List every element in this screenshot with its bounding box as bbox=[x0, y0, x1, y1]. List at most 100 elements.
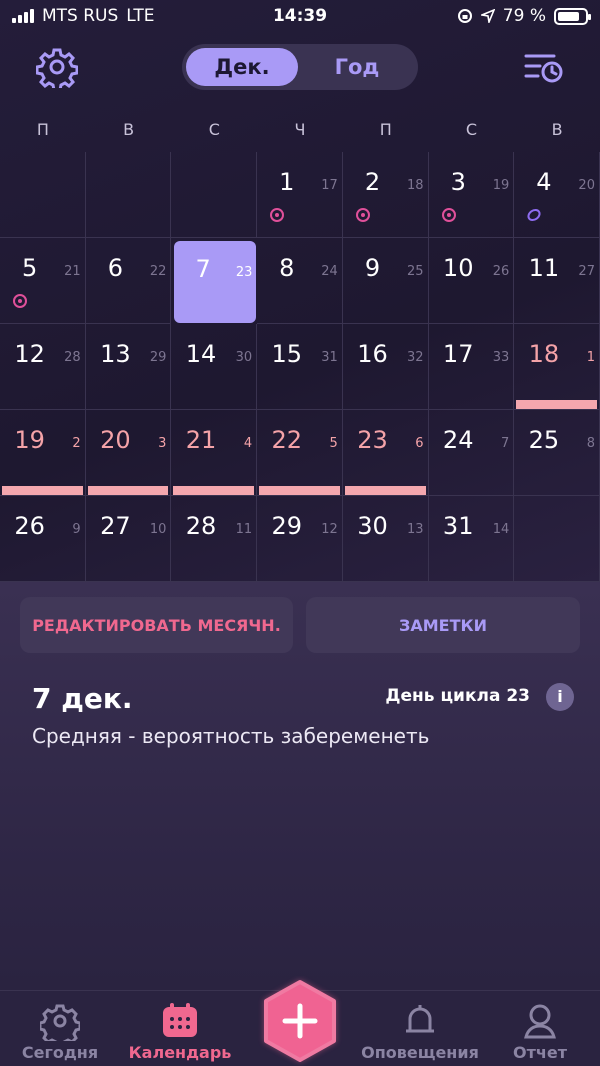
period-bar bbox=[516, 400, 597, 409]
settings-gear-icon[interactable] bbox=[36, 46, 78, 88]
calendar-day-cell[interactable]: 5 21 bbox=[0, 238, 86, 324]
calendar-day-cell[interactable]: 24 7 bbox=[428, 410, 515, 496]
day-number: 3 bbox=[450, 168, 466, 196]
tab-label: Оповещения bbox=[361, 1043, 479, 1062]
cycle-day-number: 31 bbox=[321, 350, 338, 365]
day-number: 7 bbox=[195, 255, 211, 283]
calendar-day-cell[interactable]: 3 19 bbox=[428, 152, 515, 238]
info-icon[interactable]: i bbox=[546, 683, 574, 711]
cycle-day-number: 14 bbox=[492, 522, 510, 537]
day-number: 2 bbox=[364, 168, 381, 196]
period-bar bbox=[344, 486, 426, 495]
day-number: 15 bbox=[271, 340, 303, 368]
period-segmented-control: Дек. Год bbox=[182, 44, 418, 90]
day-number: 14 bbox=[185, 340, 217, 368]
notes-button[interactable]: ЗАМЕТКИ bbox=[306, 597, 580, 653]
calendar-day-cell[interactable]: 28 11 bbox=[171, 496, 258, 582]
calendar-day-cell[interactable]: 10 26 bbox=[428, 238, 515, 324]
bell-icon bbox=[406, 1005, 434, 1033]
cycle-day-number: 6 bbox=[415, 436, 424, 451]
period-bar bbox=[2, 486, 83, 495]
day-number: 6 bbox=[107, 254, 123, 282]
ovulation-icon bbox=[355, 208, 370, 222]
weekday-label: С bbox=[465, 120, 478, 139]
calendar-icon bbox=[163, 1003, 197, 1037]
cycle-day-number: 5 bbox=[329, 436, 338, 451]
period-bar bbox=[259, 486, 340, 495]
day-number: 12 bbox=[14, 340, 45, 368]
cycle-day-number: 2 bbox=[72, 436, 81, 451]
calendar-day-cell[interactable]: 13 29 bbox=[85, 324, 172, 410]
cycle-day-number: 26 bbox=[492, 264, 510, 279]
month-tab[interactable]: Дек. bbox=[186, 48, 298, 86]
day-number: 19 bbox=[14, 426, 45, 454]
calendar-day-cell[interactable]: 12 28 bbox=[0, 324, 86, 410]
calendar-day-cell[interactable]: 21 4 bbox=[171, 410, 258, 496]
day-number: 27 bbox=[100, 512, 131, 540]
add-hexagon-button[interactable] bbox=[258, 976, 342, 1066]
cycle-day-number: 12 bbox=[321, 522, 338, 537]
history-list-icon[interactable] bbox=[524, 50, 564, 86]
egg-icon bbox=[527, 208, 541, 222]
day-number: 17 bbox=[442, 340, 474, 368]
weekday-label: П bbox=[379, 120, 392, 139]
calendar-day-cell[interactable]: 15 31 bbox=[257, 324, 343, 410]
weekday-label: Ч bbox=[294, 120, 306, 139]
calendar-day-cell[interactable]: 27 10 bbox=[85, 496, 172, 582]
tab-today[interactable]: Сегодня bbox=[0, 991, 120, 1066]
calendar-day-cell[interactable]: 6 22 bbox=[85, 238, 172, 324]
calendar-day-cell[interactable]: 23 6 bbox=[342, 410, 429, 496]
weekday-label: В bbox=[551, 120, 563, 139]
calendar-day-cell[interactable]: 7 23 bbox=[174, 241, 257, 323]
calendar-empty-cell bbox=[0, 152, 86, 238]
selected-date-title: 7 дек. bbox=[32, 682, 133, 715]
calendar-day-cell[interactable]: 25 8 bbox=[514, 410, 600, 496]
calendar-day-cell[interactable]: 11 27 bbox=[514, 238, 600, 324]
calendar-day-cell[interactable]: 16 32 bbox=[342, 324, 429, 410]
cycle-day-number: 11 bbox=[235, 522, 253, 537]
calendar-day-cell[interactable]: 26 9 bbox=[0, 496, 86, 582]
tab-notifications[interactable]: Оповещения bbox=[360, 991, 480, 1066]
calendar-day-cell[interactable]: 4 20 bbox=[514, 152, 600, 238]
cycle-day-number: 33 bbox=[492, 350, 510, 365]
calendar-day-cell[interactable]: 14 30 bbox=[171, 324, 258, 410]
rotation-lock-icon bbox=[457, 9, 472, 23]
gear-icon bbox=[40, 1004, 80, 1041]
calendar-day-cell[interactable]: 9 25 bbox=[342, 238, 429, 324]
day-number: 22 bbox=[271, 426, 303, 454]
cycle-day-label: День цикла 23 bbox=[385, 686, 530, 706]
period-bar bbox=[173, 486, 255, 495]
tab-calendar[interactable]: Календарь bbox=[120, 991, 240, 1066]
calendar-day-cell[interactable]: 18 1 bbox=[514, 324, 600, 410]
cycle-day-number: 7 bbox=[500, 436, 510, 451]
day-number: 5 bbox=[22, 254, 38, 282]
day-number: 16 bbox=[357, 340, 388, 368]
cycle-day-number: 21 bbox=[64, 264, 81, 279]
calendar-day-cell[interactable]: 1 17 bbox=[257, 152, 343, 238]
weekday-label: С bbox=[208, 120, 220, 139]
calendar-day-cell[interactable]: 2 18 bbox=[342, 152, 429, 238]
calendar-day-cell[interactable]: 22 5 bbox=[257, 410, 343, 496]
calendar-day-cell[interactable]: 31 14 bbox=[428, 496, 515, 582]
cycle-day-number: 23 bbox=[235, 265, 253, 280]
edit-period-button[interactable]: РЕДАКТИРОВАТЬ МЕСЯЧН. bbox=[20, 597, 293, 653]
calendar-day-cell[interactable]: 29 12 bbox=[257, 496, 343, 582]
calendar-day-cell[interactable]: 19 2 bbox=[0, 410, 86, 496]
calendar-empty-cell bbox=[85, 152, 172, 238]
day-number: 23 bbox=[357, 426, 388, 454]
calendar-day-cell[interactable]: 20 3 bbox=[85, 410, 172, 496]
location-icon bbox=[480, 9, 495, 23]
day-number: 11 bbox=[528, 254, 560, 282]
calendar-day-cell[interactable]: 8 24 bbox=[257, 238, 343, 324]
tab-label: Календарь bbox=[128, 1043, 232, 1062]
day-number: 8 bbox=[279, 254, 295, 282]
day-number: 24 bbox=[442, 426, 474, 454]
calendar-day-cell[interactable]: 17 33 bbox=[428, 324, 515, 410]
calendar-day-cell[interactable]: 30 13 bbox=[342, 496, 429, 582]
year-tab[interactable]: Год bbox=[300, 48, 414, 86]
tab-report[interactable]: Отчет bbox=[480, 991, 600, 1066]
tab-label: Сегодня bbox=[21, 1043, 99, 1062]
day-number: 4 bbox=[536, 168, 552, 196]
cycle-day-number: 32 bbox=[406, 350, 424, 365]
period-bar bbox=[87, 486, 169, 495]
